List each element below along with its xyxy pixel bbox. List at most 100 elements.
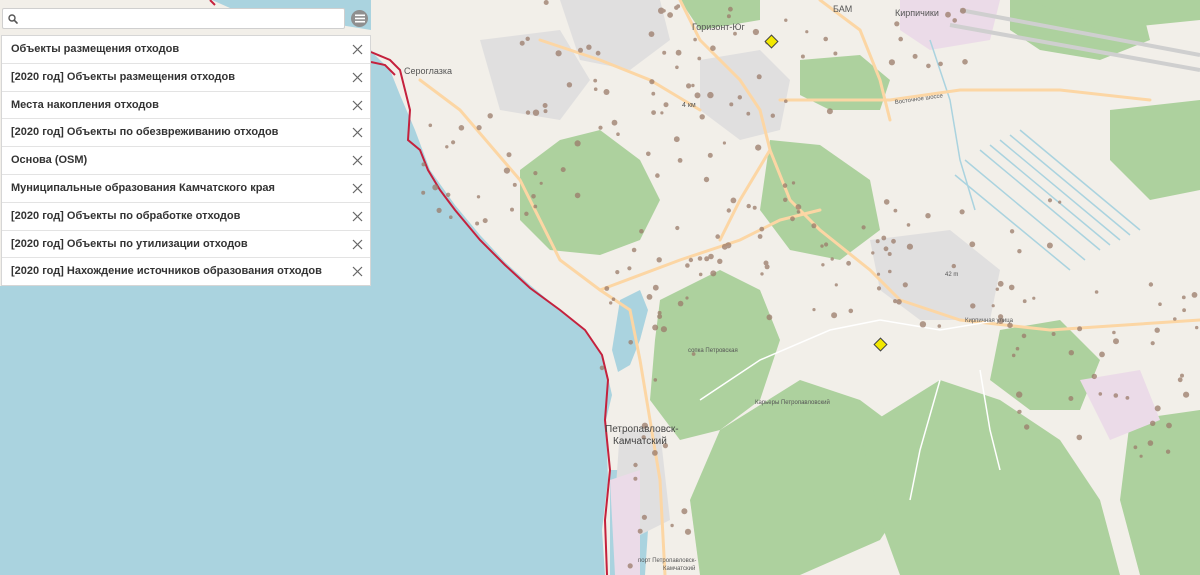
close-icon[interactable] xyxy=(352,155,363,166)
layer-item[interactable]: [2020 год] Объекты по обработке отходов xyxy=(2,203,370,231)
building-dot xyxy=(681,508,688,515)
building-dot xyxy=(726,208,731,213)
place-label: Кирпичики xyxy=(895,8,939,18)
close-icon[interactable] xyxy=(352,100,363,111)
layer-item[interactable]: [2020 год] Объекты размещения отходов xyxy=(2,64,370,92)
building-dot xyxy=(574,192,581,199)
building-dot xyxy=(1147,440,1154,446)
building-dot xyxy=(752,205,757,210)
building-dot xyxy=(831,312,838,319)
building-dot xyxy=(876,272,881,276)
building-dot xyxy=(848,308,854,314)
search-icon xyxy=(8,14,18,24)
building-dot xyxy=(1173,317,1177,321)
building-dot xyxy=(906,243,914,250)
building-dot xyxy=(755,144,762,151)
building-dot xyxy=(725,242,732,249)
close-icon[interactable] xyxy=(352,211,363,222)
close-icon[interactable] xyxy=(352,127,363,138)
building-dot xyxy=(578,47,583,53)
search-input[interactable] xyxy=(21,10,343,29)
building-dot xyxy=(697,256,703,261)
building-dot xyxy=(938,61,943,67)
quarry-label: Карьеры Петропавловский xyxy=(755,399,830,406)
close-icon[interactable] xyxy=(352,44,363,55)
building-dot xyxy=(1150,341,1155,346)
building-dot xyxy=(726,14,731,19)
building-dot xyxy=(881,235,887,241)
building-dot xyxy=(1154,405,1161,412)
layer-item[interactable]: Муниципальные образования Камчатского кр… xyxy=(2,175,370,203)
building-dot xyxy=(543,0,549,5)
building-dot xyxy=(637,528,643,534)
building-dot xyxy=(599,365,605,371)
building-dot xyxy=(991,304,995,308)
search-box[interactable] xyxy=(2,8,345,29)
building-dot xyxy=(631,247,637,253)
building-dot xyxy=(675,225,680,231)
building-dot xyxy=(962,59,968,65)
building-dot xyxy=(925,213,931,219)
building-dot xyxy=(660,326,668,333)
building-dot xyxy=(752,28,760,36)
building-dot xyxy=(1139,454,1143,458)
building-dot xyxy=(653,378,658,382)
building-dot xyxy=(791,181,796,185)
building-dot xyxy=(674,5,679,10)
layer-item[interactable]: [2020 год] Объекты по обезвреживанию отх… xyxy=(2,119,370,148)
building-dot xyxy=(1113,393,1119,398)
layer-item[interactable]: [2020 год] Нахождение источников образов… xyxy=(2,258,370,286)
building-dot xyxy=(603,89,610,95)
layer-label: Муниципальные образования Камчатского кр… xyxy=(11,181,275,194)
building-dot xyxy=(796,210,801,214)
building-dot xyxy=(586,44,592,50)
close-icon[interactable] xyxy=(352,183,363,194)
building-dot xyxy=(510,207,514,212)
building-dot xyxy=(1191,292,1198,298)
building-dot xyxy=(675,49,682,56)
building-dot xyxy=(698,272,703,277)
building-dot xyxy=(699,114,705,120)
building-dot xyxy=(446,192,451,197)
layers-button[interactable] xyxy=(351,10,368,27)
building-dot xyxy=(1021,333,1027,339)
building-dot xyxy=(951,263,956,269)
building-dot xyxy=(1008,284,1015,291)
building-dot xyxy=(891,238,896,244)
building-dot xyxy=(805,30,809,34)
building-dot xyxy=(715,234,720,239)
layer-item[interactable]: Основа (OSM) xyxy=(2,147,370,175)
building-dot xyxy=(757,234,763,239)
building-dot xyxy=(1125,396,1130,400)
building-dot xyxy=(677,158,683,163)
building-dot xyxy=(639,229,644,234)
building-dot xyxy=(1058,200,1062,204)
building-dot xyxy=(539,181,543,185)
building-dot xyxy=(888,269,892,274)
layer-label: [2020 год] Нахождение источников образов… xyxy=(11,265,322,278)
building-dot xyxy=(826,108,833,115)
building-dot xyxy=(685,263,690,268)
height-label: 42 m xyxy=(945,272,958,278)
layer-item[interactable]: [2020 год] Объекты по утилизации отходов xyxy=(2,231,370,259)
building-dot xyxy=(707,152,713,158)
building-dot xyxy=(1148,282,1154,287)
building-dot xyxy=(834,283,838,287)
close-icon[interactable] xyxy=(352,266,363,277)
building-dot xyxy=(722,141,727,145)
building-dot xyxy=(649,79,655,85)
building-dot xyxy=(824,242,829,247)
building-dot xyxy=(693,37,697,42)
building-dot xyxy=(764,264,770,270)
building-dot xyxy=(893,299,898,304)
building-dot xyxy=(677,300,684,307)
building-dot xyxy=(673,136,680,143)
building-dot xyxy=(995,287,999,291)
layer-item[interactable]: Места накопления отходов xyxy=(2,92,370,120)
close-icon[interactable] xyxy=(352,72,363,83)
building-dot xyxy=(503,167,510,174)
close-icon[interactable] xyxy=(352,239,363,250)
building-dot xyxy=(811,223,817,229)
layer-item[interactable]: Объекты размещения отходов xyxy=(2,36,370,64)
building-dot xyxy=(458,125,465,131)
